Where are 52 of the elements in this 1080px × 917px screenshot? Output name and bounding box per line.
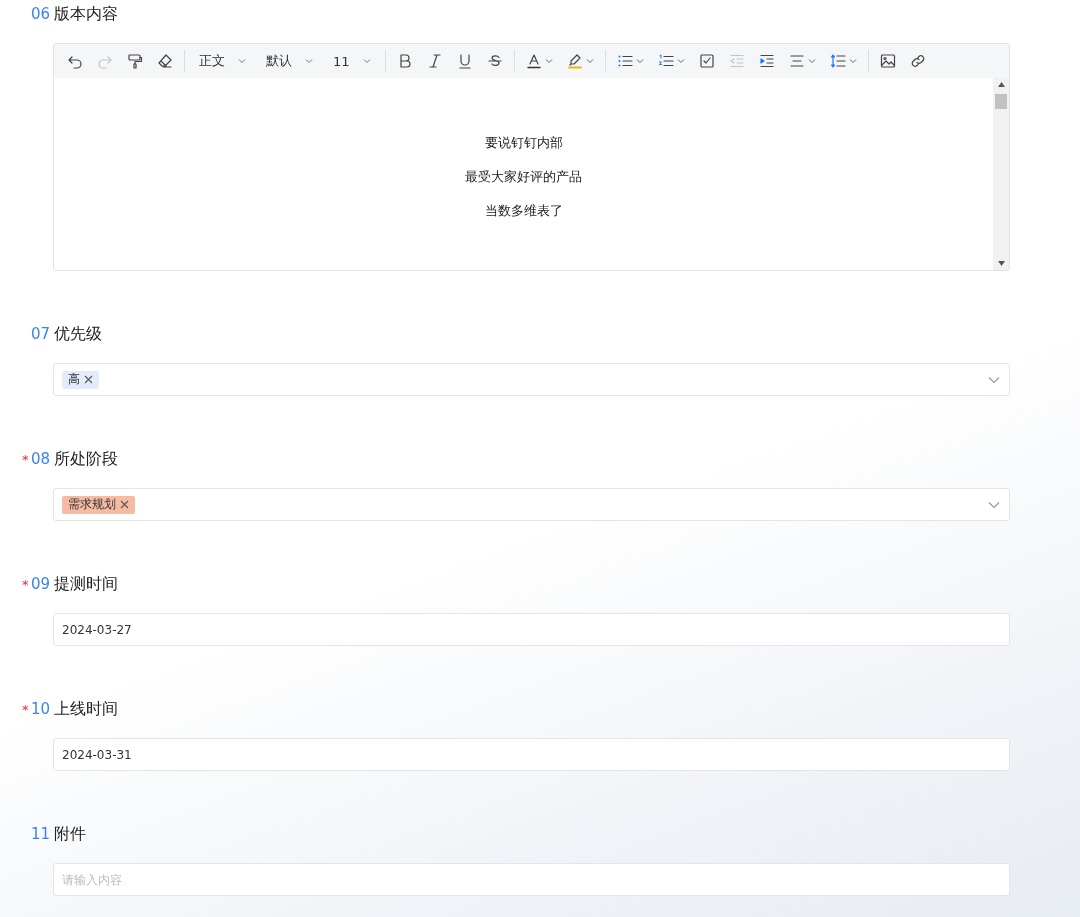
caret-icon — [848, 57, 857, 65]
caret-icon — [807, 57, 816, 65]
caret-icon — [544, 57, 553, 65]
date-field[interactable]: 2024-03-27 — [53, 613, 1010, 646]
field-label: 上线时间 — [54, 698, 118, 720]
required-asterisk: * — [22, 576, 30, 592]
scrollbar-thumb[interactable] — [995, 94, 1007, 109]
toolbar-dropdown[interactable]: 11 — [325, 49, 379, 73]
field-number: 11 — [31, 825, 52, 843]
close-icon[interactable] — [120, 500, 129, 509]
bullet-list-icon — [616, 53, 633, 69]
field-number: 07 — [31, 325, 52, 343]
select-field[interactable]: 高 — [53, 363, 1010, 396]
paragraph: 最受大家好评的产品 — [465, 168, 582, 186]
toolbar-dropdown[interactable]: 正文 — [191, 49, 254, 73]
line-height-icon — [829, 53, 846, 69]
chevron-down-icon — [988, 500, 1000, 509]
required-asterisk: * — [22, 701, 30, 717]
tag[interactable]: 需求规划 — [62, 495, 135, 514]
input-field[interactable]: 请输入内容 — [53, 863, 1010, 896]
caret-icon — [305, 57, 313, 65]
paragraph: 要说钉钉内部 — [484, 134, 563, 152]
toolbar-dropdown[interactable]: 默认 — [258, 49, 321, 73]
paragraph: 当数多维表了 — [484, 202, 563, 220]
field-number: 06 — [31, 5, 52, 23]
align-center-icon — [788, 53, 805, 69]
tag[interactable]: 高 — [62, 370, 99, 389]
caret-icon — [635, 57, 644, 65]
date-field[interactable]: 2024-03-31 — [53, 738, 1010, 771]
field-label: 优先级 — [54, 323, 102, 345]
field-number: 08 — [31, 450, 52, 468]
caret-icon — [238, 57, 246, 65]
field-number: 10 — [31, 700, 52, 718]
field-label: 附件 — [54, 823, 86, 845]
chevron-down-icon — [988, 375, 1000, 384]
close-icon[interactable] — [84, 375, 93, 384]
required-asterisk: * — [22, 451, 30, 467]
highlighter-icon — [566, 53, 583, 69]
field-number: 09 — [31, 575, 52, 593]
select-field[interactable]: 需求规划 — [53, 488, 1010, 521]
caret-icon — [585, 57, 594, 65]
field-label: 所处阶段 — [54, 448, 118, 470]
scroll-up-icon[interactable] — [997, 82, 1005, 87]
caret-icon — [676, 57, 685, 65]
field-label: 版本内容 — [54, 3, 118, 25]
numbered-list-icon — [657, 53, 674, 69]
rich-text-editor[interactable]: 正文 默认 11 要说钉钉内部 最受大家好评的产品 当数多维表了 — [53, 43, 1010, 271]
font-color-icon — [525, 53, 542, 69]
scrollbar[interactable] — [993, 78, 1009, 270]
caret-icon — [362, 57, 371, 65]
scroll-down-icon[interactable] — [997, 261, 1005, 266]
field-label: 提测时间 — [54, 573, 118, 595]
